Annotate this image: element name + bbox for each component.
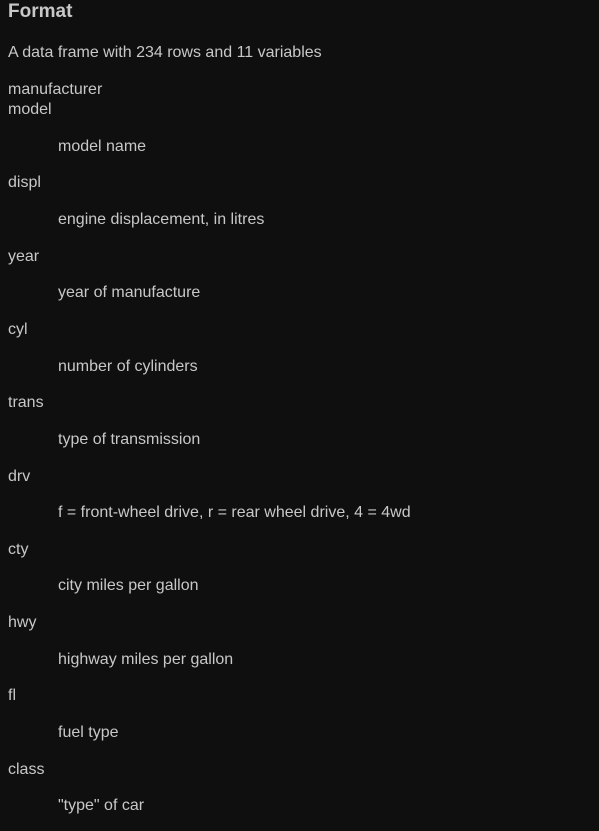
variable-term: fl [8,687,16,704]
variable-description: number of cylinders [58,358,198,375]
variable-term: displ [8,174,41,191]
variable-term: hwy [8,614,37,631]
section-heading: Format [8,1,73,22]
variable-description: f = front-wheel drive, r = rear wheel dr… [58,504,411,521]
variable-term: model [8,101,52,118]
variable-term: class [8,761,45,778]
variable-term: year [8,248,40,265]
variable-term: drv [8,468,31,485]
variable-term: cyl [8,321,28,338]
variable-description: fuel type [58,724,119,741]
variable-term: manufacturer [8,81,103,98]
variable-description: year of manufacture [58,284,201,301]
variable-description: "type" of car [58,797,145,814]
dataset-summary: A data frame with 234 rows and 11 variab… [8,44,322,61]
variable-description: highway miles per gallon [58,651,234,668]
variable-term: trans [8,394,44,411]
variable-description: engine displacement, in litres [58,211,265,228]
variable-description: type of transmission [58,431,201,448]
variable-description: city miles per gallon [58,577,199,594]
variable-term: cty [8,541,29,558]
variable-description: model name [58,138,147,155]
